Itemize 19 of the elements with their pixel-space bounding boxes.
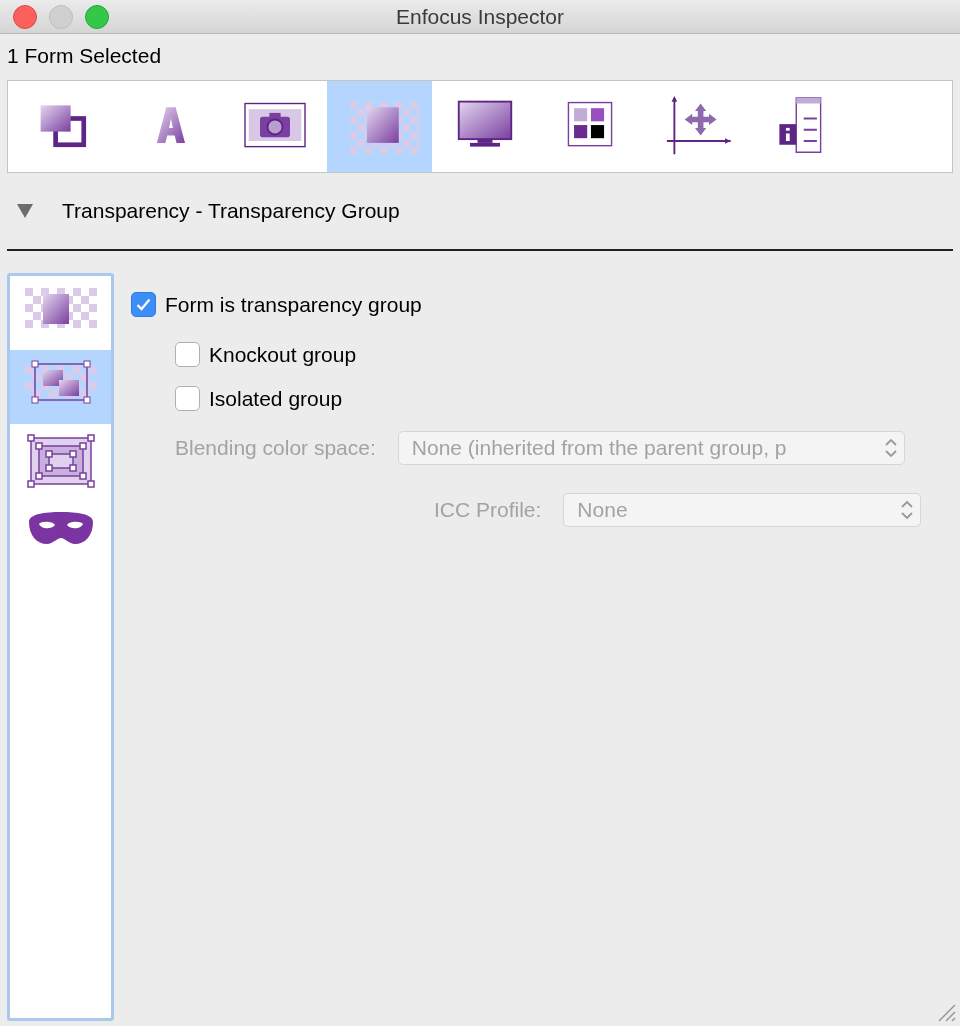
checkbox[interactable] [131,292,156,317]
checkbox[interactable] [175,342,200,367]
checkbox-label: Knockout group [209,341,357,368]
zoom-button[interactable] [85,4,109,29]
sidebar-item[interactable] [10,349,111,424]
triangle-down-icon [16,202,34,219]
up-down-chevron-icon [900,498,915,521]
section-title: Transparency - Transparency Group [62,197,400,224]
window-title: Enfocus Inspector [394,3,566,30]
checkbox[interactable] [175,386,200,411]
selection-label: 1 Form Selected [7,44,162,67]
close-button[interactable] [13,4,37,29]
up-down-chevron-icon [883,436,898,459]
field-label: Blending color space: [175,434,376,461]
field-label: ICC Profile: [434,496,542,523]
checkbox-label: Isolated group [209,385,343,412]
nested-frames-icon [24,433,97,488]
checkmark-icon [136,298,151,311]
checkbox-label: Form is transparency group [165,291,422,318]
